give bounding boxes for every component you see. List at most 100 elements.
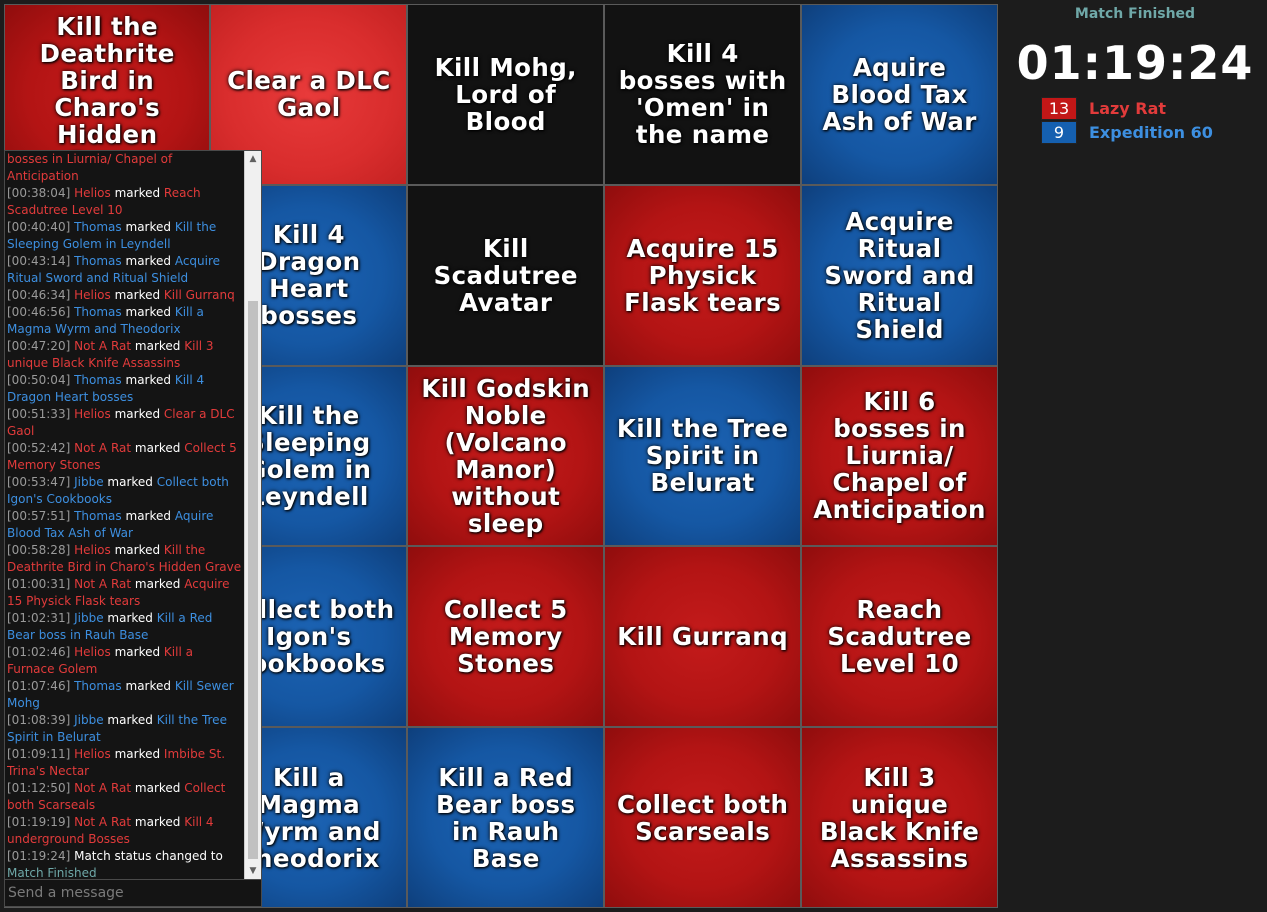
- chat-timestamp: [01:02:46]: [7, 645, 71, 659]
- chat-player-name: Thomas: [74, 220, 122, 234]
- chat-player-name: Helios: [74, 186, 111, 200]
- chat-player-name: Helios: [74, 407, 111, 421]
- board-cell[interactable]: Kill Mohg, Lord of Blood: [408, 5, 604, 184]
- scroll-up-icon[interactable]: ▲: [245, 151, 261, 167]
- board-cell[interactable]: Acquire 15 Physick Flask tears: [605, 185, 801, 365]
- chat-message: [01:19:19] Not A Rat marked Kill 4 under…: [7, 814, 243, 848]
- chat-timestamp: [01:09:11]: [7, 747, 71, 761]
- chat-message: [00:51:33] Helios marked Clear a DLC Gao…: [7, 406, 243, 440]
- board-cell[interactable]: Kill a Red Bear boss in Rauh Base: [408, 728, 604, 907]
- chat-action: marked: [125, 373, 172, 387]
- board-cell[interactable]: Collect both Scarseals: [605, 728, 801, 907]
- chat-timestamp: [01:08:39]: [7, 713, 71, 727]
- chat-goal: Kill Gurranq: [163, 288, 235, 302]
- scroll-thumb[interactable]: [248, 301, 258, 859]
- match-status: Match Finished: [1074, 6, 1196, 22]
- chat-player-name: Not A Rat: [74, 815, 132, 829]
- board-cell[interactable]: Kill 6 bosses in Liurnia/ Chapel of Anti…: [802, 366, 997, 546]
- chat-timestamp: [01:00:31]: [7, 577, 71, 591]
- chat-timestamp: [01:19:19]: [7, 815, 71, 829]
- board-cell[interactable]: Kill 4 bosses with 'Omen' in the name: [605, 5, 801, 184]
- chat-timestamp: [00:50:04]: [7, 373, 71, 387]
- chat-timestamp: [00:51:33]: [7, 407, 71, 421]
- chat-message: [00:57:51] Thomas marked Aquire Blood Ta…: [7, 508, 243, 542]
- chat-log: bosses in Liurnia/ Chapel of Anticipatio…: [7, 151, 243, 879]
- chat-message: [01:12:50] Not A Rat marked Collect both…: [7, 780, 243, 814]
- chat-action: marked: [114, 407, 161, 421]
- chat-player-name: Helios: [74, 543, 111, 557]
- board-cell[interactable]: Reach Scadutree Level 10: [802, 547, 997, 727]
- chat-action: marked: [114, 186, 161, 200]
- chat-player-name: Helios: [74, 747, 111, 761]
- chat-message: [01:07:46] Thomas marked Kill Sewer Mohg: [7, 678, 243, 712]
- chat-player-name: Not A Rat: [74, 577, 132, 591]
- chat-message: [00:50:04] Thomas marked Kill 4 Dragon H…: [7, 372, 243, 406]
- chat-panel: bosses in Liurnia/ Chapel of Anticipatio…: [4, 150, 262, 880]
- team-red-score: 13: [1041, 96, 1077, 120]
- chat-action: marked: [125, 679, 172, 693]
- board-cell[interactable]: Kill the Tree Spirit in Belurat: [605, 366, 801, 546]
- team-red-name: Lazy Rat: [1089, 98, 1167, 118]
- chat-player-name: Jibbe: [74, 475, 104, 489]
- side-panel: Match Finished 01:19:24 13 Lazy Rat 9 Ex…: [1003, 0, 1267, 912]
- chat-goal: Match Finished: [7, 866, 97, 879]
- board-cell[interactable]: Aquire Blood Tax Ash of War: [802, 5, 997, 184]
- chat-scrollbar[interactable]: ▲ ▼: [244, 151, 261, 879]
- chat-player-name: Helios: [74, 288, 111, 302]
- chat-action: marked: [125, 254, 172, 268]
- chat-action: marked: [125, 220, 172, 234]
- chat-player-name: Thomas: [74, 509, 122, 523]
- chat-player-name: Thomas: [74, 305, 122, 319]
- chat-timestamp: [00:43:14]: [7, 254, 71, 268]
- chat-timestamp: [00:46:56]: [7, 305, 71, 319]
- chat-action: Match status changed to: [74, 849, 223, 863]
- chat-timestamp: [00:40:40]: [7, 220, 71, 234]
- chat-action: marked: [134, 339, 181, 353]
- chat-action: marked: [134, 441, 181, 455]
- team-blue-row[interactable]: 9 Expedition 60: [1041, 120, 1213, 144]
- scroll-down-icon[interactable]: ▼: [245, 863, 261, 879]
- chat-timestamp: [01:12:50]: [7, 781, 71, 795]
- chat-action: marked: [107, 713, 153, 727]
- chat-player-name: Not A Rat: [74, 339, 132, 353]
- team-red-row[interactable]: 13 Lazy Rat: [1041, 96, 1167, 120]
- chat-action: marked: [114, 288, 161, 302]
- chat-timestamp: [00:52:42]: [7, 441, 71, 455]
- chat-action: marked: [114, 543, 161, 557]
- chat-player-name: Thomas: [74, 254, 122, 268]
- chat-message: [00:53:47] Jibbe marked Collect both Igo…: [7, 474, 243, 508]
- chat-action: marked: [134, 577, 181, 591]
- chat-message: [00:43:14] Thomas marked Acquire Ritual …: [7, 253, 243, 287]
- chat-message: [01:19:24] Match status changed to Match…: [7, 848, 243, 879]
- board-cell[interactable]: Kill Gurranq: [605, 547, 801, 727]
- chat-timestamp: [00:53:47]: [7, 475, 71, 489]
- chat-message-input[interactable]: [4, 880, 262, 907]
- chat-message: [00:52:42] Not A Rat marked Collect 5 Me…: [7, 440, 243, 474]
- chat-message: bosses in Liurnia/ Chapel of Anticipatio…: [7, 151, 243, 185]
- chat-message: [01:09:11] Helios marked Imbibe St. Trin…: [7, 746, 243, 780]
- chat-message: [00:38:04] Helios marked Reach Scadutree…: [7, 185, 243, 219]
- chat-message: [01:00:31] Not A Rat marked Acquire 15 P…: [7, 576, 243, 610]
- chat-player-name: Not A Rat: [74, 781, 132, 795]
- chat-action: marked: [134, 815, 181, 829]
- board-cell[interactable]: Collect 5 Memory Stones: [408, 547, 604, 727]
- chat-player-name: Helios: [74, 645, 111, 659]
- board-cell[interactable]: Kill 3 unique Black Knife Assassins: [802, 728, 997, 907]
- board-cell[interactable]: Kill Scadutree Avatar: [408, 185, 604, 365]
- chat-player-name: Thomas: [74, 373, 122, 387]
- chat-timestamp: [00:47:20]: [7, 339, 71, 353]
- chat-timestamp: [00:46:34]: [7, 288, 71, 302]
- chat-player-name: Jibbe: [74, 713, 104, 727]
- chat-action: marked: [107, 611, 153, 625]
- chat-timestamp: [00:38:04]: [7, 186, 71, 200]
- chat-timestamp: [00:57:51]: [7, 509, 71, 523]
- team-blue-name: Expedition 60: [1089, 122, 1213, 142]
- chat-timestamp: [00:58:28]: [7, 543, 71, 557]
- chat-message: [01:02:46] Helios marked Kill a Furnace …: [7, 644, 243, 678]
- chat-message: [00:40:40] Thomas marked Kill the Sleepi…: [7, 219, 243, 253]
- board-cell[interactable]: Acquire Ritual Sword and Ritual Shield: [802, 185, 997, 365]
- chat-action: marked: [114, 747, 161, 761]
- chat-player-name: Jibbe: [74, 611, 104, 625]
- chat-player-name: Not A Rat: [74, 441, 132, 455]
- board-cell[interactable]: Kill Godskin Noble (Volcano Manor) witho…: [408, 366, 604, 546]
